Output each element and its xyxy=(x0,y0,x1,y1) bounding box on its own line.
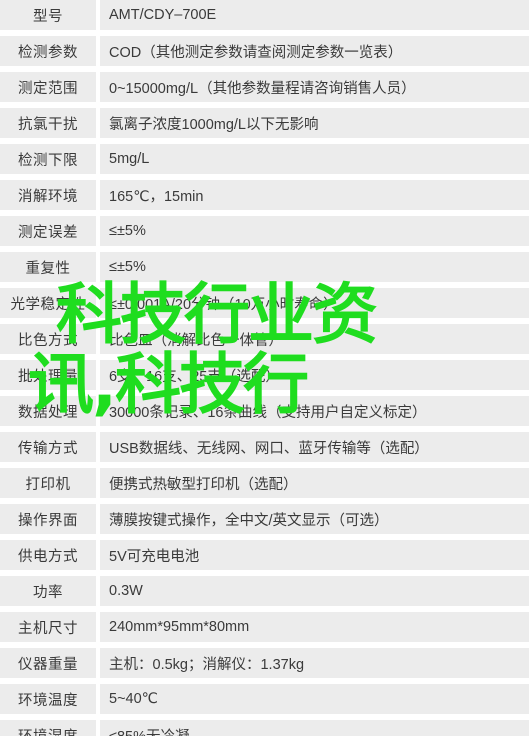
table-row: 光学稳定性 ≤±0.001A/20分钟（10万小时寿命） xyxy=(0,288,529,321)
table-row: 传输方式 USB数据线、无线网、网口、蓝牙传输等（选配） xyxy=(0,432,529,465)
spec-value: AMT/CDY–700E xyxy=(100,0,529,30)
spec-label: 测定误差 xyxy=(0,216,96,246)
table-row: 批处理量 6支、16支、25支（选配） xyxy=(0,360,529,393)
spec-value: COD（其他测定参数请查阅测定参数一览表） xyxy=(100,36,529,66)
spec-value: 比色皿（消解比色一体管） xyxy=(100,324,529,354)
table-row: 数据处理 30000条记录、16条曲线（支持用户自定义标定） xyxy=(0,396,529,429)
spec-value: ≤±5% xyxy=(100,252,529,282)
spec-label: 仪器重量 xyxy=(0,648,96,678)
spec-value: 6支、16支、25支（选配） xyxy=(100,360,529,390)
table-row: 消解环境 165℃，15min xyxy=(0,180,529,213)
spec-value: 30000条记录、16条曲线（支持用户自定义标定） xyxy=(100,396,529,426)
spec-value: ≤±0.001A/20分钟（10万小时寿命） xyxy=(100,288,529,318)
spec-value: 240mm*95mm*80mm xyxy=(100,612,529,642)
spec-label: 型号 xyxy=(0,0,96,30)
spec-label: 打印机 xyxy=(0,468,96,498)
spec-value: 薄膜按键式操作，全中文/英文显示（可选） xyxy=(100,504,529,534)
spec-value: 0~15000mg/L（其他参数量程请咨询销售人员） xyxy=(100,72,529,102)
table-row: 抗氯干扰 氯离子浓度1000mg/L以下无影响 xyxy=(0,108,529,141)
spec-label: 供电方式 xyxy=(0,540,96,570)
spec-label: 测定范围 xyxy=(0,72,96,102)
spec-value: 5~40℃ xyxy=(100,684,529,714)
table-row: 环境温度 5~40℃ xyxy=(0,684,529,717)
spec-value: 氯离子浓度1000mg/L以下无影响 xyxy=(100,108,529,138)
spec-label: 抗氯干扰 xyxy=(0,108,96,138)
spec-label: 批处理量 xyxy=(0,360,96,390)
table-row: 操作界面 薄膜按键式操作，全中文/英文显示（可选） xyxy=(0,504,529,537)
specification-rows: 型号 AMT/CDY–700E 检测参数 COD（其他测定参数请查阅测定参数一览表）测… xyxy=(0,0,529,736)
spec-value: 主机：0.5kg；消解仪：1.37kg xyxy=(100,648,529,678)
table-row: 测定范围 0~15000mg/L（其他参数量程请咨询销售人员） xyxy=(0,72,529,105)
table-row: 测定误差 ≤±5% xyxy=(0,216,529,249)
spec-label: 主机尺寸 xyxy=(0,612,96,642)
spec-value: USB数据线、无线网、网口、蓝牙传输等（选配） xyxy=(100,432,529,462)
spec-label: 环境温度 xyxy=(0,684,96,714)
spec-label: 光学稳定性 xyxy=(0,288,96,318)
table-row: 主机尺寸 240mm*95mm*80mm xyxy=(0,612,529,645)
spec-value: ≤±5% xyxy=(100,216,529,246)
spec-label: 数据处理 xyxy=(0,396,96,426)
spec-label: 检测下限 xyxy=(0,144,96,174)
table-row: 重复性 ≤±5% xyxy=(0,252,529,285)
spec-label: 传输方式 xyxy=(0,432,96,462)
table-row: 检测参数 COD（其他测定参数请查阅测定参数一览表） xyxy=(0,36,529,69)
spec-label: 比色方式 xyxy=(0,324,96,354)
spec-label: 功率 xyxy=(0,576,96,606)
table-row: 检测下限 5mg/L xyxy=(0,144,529,177)
spec-value: ≤85%无冷凝 xyxy=(100,720,529,736)
spec-value: 0.3W xyxy=(100,576,529,606)
spec-label: 检测参数 xyxy=(0,36,96,66)
spec-value: 5V可充电电池 xyxy=(100,540,529,570)
spec-value: 165℃，15min xyxy=(100,180,529,210)
table-row: 功率 0.3W xyxy=(0,576,529,609)
table-row: 供电方式 5V可充电电池 xyxy=(0,540,529,573)
spec-label: 消解环境 xyxy=(0,180,96,210)
specification-table: 型号 AMT/CDY–700E 检测参数 COD（其他测定参数请查阅测定参数一览表）测… xyxy=(0,0,529,736)
spec-value: 5mg/L xyxy=(100,144,529,174)
table-row: 仪器重量 主机：0.5kg；消解仪：1.37kg xyxy=(0,648,529,681)
table-row: 型号 AMT/CDY–700E xyxy=(0,0,529,33)
table-row: 打印机 便携式热敏型打印机（选配） xyxy=(0,468,529,501)
spec-label: 重复性 xyxy=(0,252,96,282)
table-row: 比色方式 比色皿（消解比色一体管） xyxy=(0,324,529,357)
spec-value: 便携式热敏型打印机（选配） xyxy=(100,468,529,498)
table-row: 环境湿度≤85%无冷凝 xyxy=(0,720,529,736)
spec-label: 环境湿度 xyxy=(0,720,96,736)
spec-label: 操作界面 xyxy=(0,504,96,534)
